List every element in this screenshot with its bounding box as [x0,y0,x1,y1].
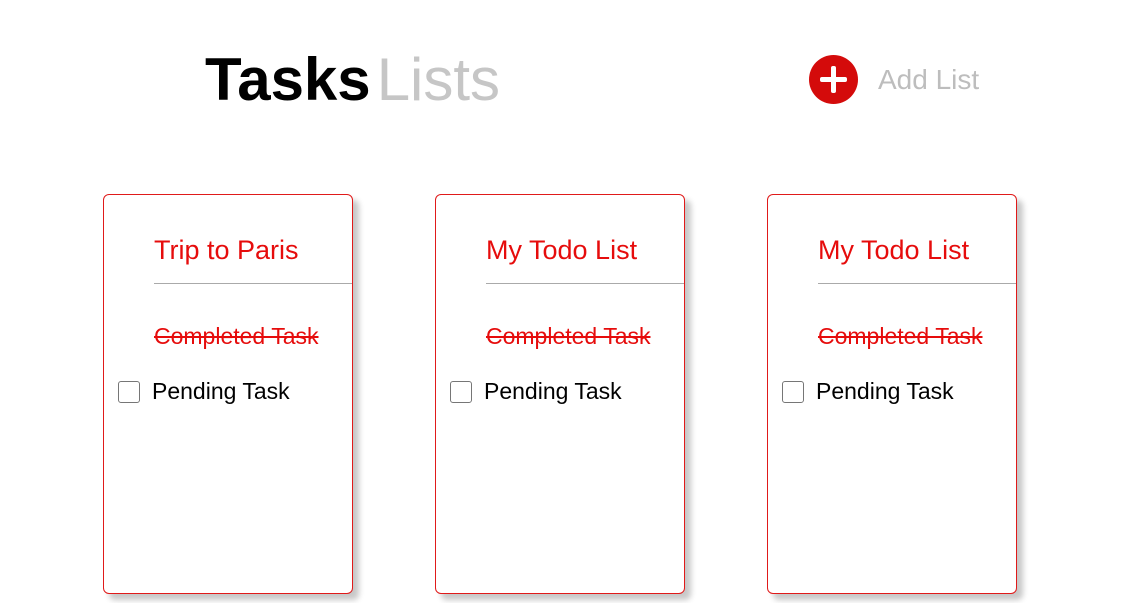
pending-task-label: Pending Task [484,378,622,404]
list-card: My Todo List Completed Task Pending Task [767,194,1017,594]
page-title: Tasks Lists [205,44,500,116]
pending-task: Pending Task [782,378,954,405]
divider [154,283,352,284]
tab-tasks[interactable]: Tasks [205,46,371,113]
pending-task: Pending Task [450,378,622,405]
list-card-title: Trip to Paris [154,235,299,265]
pending-task: Pending Task [118,378,290,405]
pending-task-label: Pending Task [152,378,290,404]
task-checkbox[interactable] [450,380,472,403]
add-list-button[interactable]: Add List [809,55,979,104]
list-card-title: My Todo List [818,235,970,265]
completed-task[interactable]: Completed Task [154,323,319,350]
task-checkbox[interactable] [782,380,804,403]
completed-task[interactable]: Completed Task [818,323,983,350]
completed-task[interactable]: Completed Task [486,323,651,350]
divider [818,283,1016,284]
list-card-title: My Todo List [486,235,638,265]
page: Tasks Lists Add List Trip to Paris Comple… [0,0,1124,603]
plus-circle-icon[interactable] [809,55,858,104]
tab-lists[interactable]: Lists [377,46,500,113]
pending-task-label: Pending Task [816,378,954,404]
task-checkbox[interactable] [118,380,140,403]
add-list-label[interactable]: Add List [878,64,979,96]
list-card: Trip to Paris Completed Task Pending Tas… [103,194,353,594]
list-card: My Todo List Completed Task Pending Task [435,194,685,594]
divider [486,283,684,284]
